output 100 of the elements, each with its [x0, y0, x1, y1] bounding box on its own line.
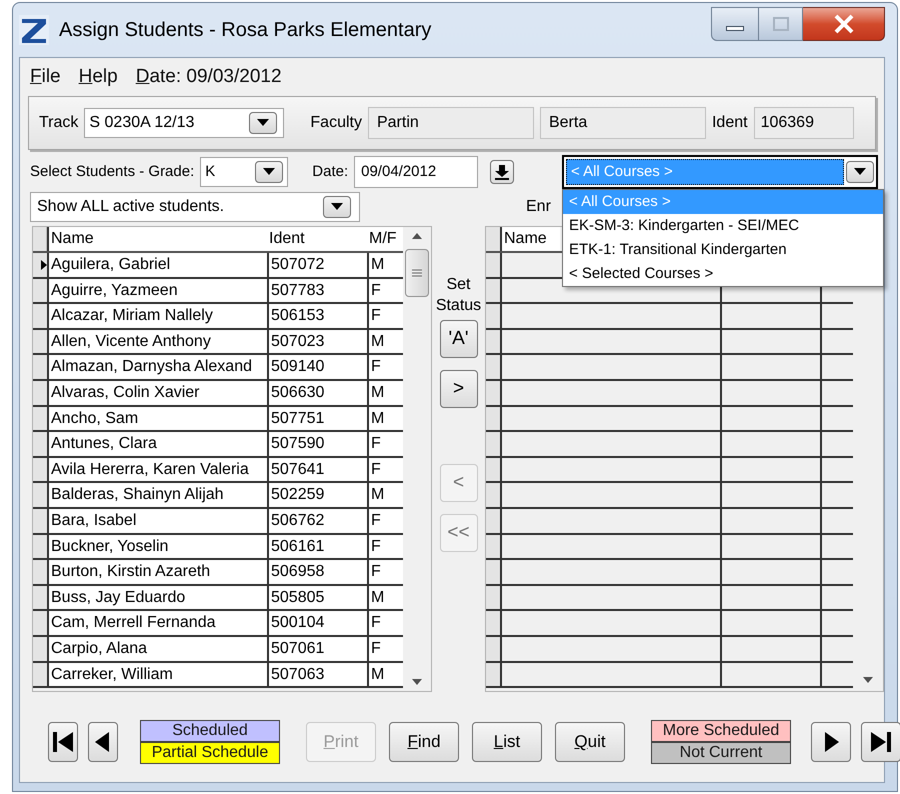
course-option[interactable]: EK-SM-3: Kindergarten - SEI/MEC: [563, 214, 883, 238]
legend-swatch: Scheduled: [140, 720, 280, 742]
table-cell: M: [367, 330, 403, 354]
faculty-last-name-field: Partin: [368, 107, 534, 139]
transfer-button[interactable]: >: [440, 370, 478, 408]
table-cell: Buss, Jay Eduardo: [47, 586, 267, 610]
table-cell: 507751: [267, 406, 367, 430]
action-button[interactable]: Find: [389, 722, 459, 762]
table-cell: 507023: [267, 330, 367, 354]
last-record-button[interactable]: [861, 722, 900, 762]
scrollbar-thumb[interactable]: [405, 249, 429, 297]
action-button[interactable]: Quit: [555, 722, 625, 762]
table-cell: Buckner, Yoselin: [47, 534, 267, 558]
track-label: Track: [39, 113, 78, 133]
course-option[interactable]: < Selected Courses >: [563, 262, 883, 286]
table-cell: Burton, Kirstin Azareth: [47, 560, 267, 584]
action-button[interactable]: List: [472, 722, 542, 762]
set-status-label: Set Status: [434, 275, 482, 316]
dropdown-caret-icon: [854, 168, 866, 176]
enrolled-label: Enr: [526, 197, 551, 217]
table-cell: F: [367, 534, 403, 558]
window-title: Assign Students - Rosa Parks Elementary: [59, 18, 432, 43]
table-cell: 507641: [267, 458, 367, 482]
row-header[interactable]: [33, 278, 47, 302]
table-cell: M: [367, 586, 403, 610]
table-cell: 509140: [267, 355, 367, 379]
track-dropdown[interactable]: S 0230A 12/13: [84, 108, 284, 138]
dropdown-button[interactable]: [249, 112, 278, 134]
scroll-down-icon: [412, 679, 422, 685]
table-cell: M: [367, 380, 403, 405]
date-label: Date:: [312, 162, 348, 182]
scroll-up-icon: [412, 233, 422, 239]
faculty-first-name-field: Berta: [540, 107, 706, 139]
maximize-icon: [772, 17, 788, 31]
table-cell: Ancho, Sam: [47, 406, 267, 430]
table-cell: 500104: [267, 611, 367, 635]
row-header[interactable]: [33, 534, 47, 558]
close-icon: [832, 14, 854, 34]
first-record-button[interactable]: [48, 722, 78, 762]
table-cell: 506161: [267, 534, 367, 558]
faculty-label: Faculty: [310, 113, 362, 133]
table-cell: 506762: [267, 508, 367, 533]
next-record-button[interactable]: [811, 722, 851, 762]
legend-swatch: Partial Schedule: [140, 742, 280, 764]
date-picker-button[interactable]: [490, 160, 514, 184]
table-cell: 507063: [267, 662, 367, 686]
minimize-button[interactable]: [711, 7, 759, 41]
table-cell: Allen, Vicente Anthony: [47, 330, 267, 354]
table-cell: Carpio, Alana: [47, 636, 267, 660]
table-cell: F: [367, 432, 403, 456]
table-cell: Aguirre, Yazmeen: [47, 278, 267, 302]
dropdown-button[interactable]: [255, 161, 284, 183]
column-header[interactable]: Name: [47, 227, 267, 251]
row-header[interactable]: [33, 458, 47, 482]
table-cell: Almazan, Darnysha Alexand: [47, 355, 267, 379]
table-cell: Alvaras, Colin Xavier: [47, 380, 267, 405]
table-cell: 505805: [267, 586, 367, 610]
table-cell: F: [367, 611, 403, 635]
dropdown-caret-icon: [331, 203, 343, 211]
column-header[interactable]: M/F: [367, 227, 403, 251]
table-cell: 507061: [267, 636, 367, 660]
table-cell: F: [367, 636, 403, 660]
table-cell: F: [367, 560, 403, 584]
previous-record-button[interactable]: [88, 722, 118, 762]
column-header[interactable]: Name: [500, 227, 560, 251]
date-field[interactable]: 09/04/2012: [354, 156, 478, 188]
dropdown-button[interactable]: [846, 161, 874, 183]
row-header[interactable]: [33, 406, 47, 430]
table-cell: 507590: [267, 432, 367, 456]
row-header[interactable]: [33, 662, 47, 686]
maximize-button[interactable]: [759, 7, 803, 41]
menu-item[interactable]: File: [30, 62, 61, 92]
table-cell: F: [367, 278, 403, 302]
table-cell: 502259: [267, 483, 367, 507]
menu-item[interactable]: Help: [78, 62, 118, 92]
course-option[interactable]: ETK-1: Transitional Kindergarten: [563, 238, 883, 262]
row-header[interactable]: [33, 586, 47, 610]
ident-field: 106369: [754, 107, 854, 139]
table-cell: Bara, Isabel: [47, 508, 267, 533]
student-filter-dropdown[interactable]: Show ALL active students.: [30, 192, 360, 222]
table-cell: M: [367, 253, 403, 277]
table-cell: F: [367, 508, 403, 533]
column-header[interactable]: Ident: [267, 227, 367, 251]
table-cell: Alcazar, Miriam Nallely: [47, 304, 267, 328]
grade-label: Select Students - Grade:: [30, 162, 194, 182]
transfer-button[interactable]: 'A': [440, 320, 478, 358]
download-arrow-icon: [494, 164, 510, 180]
close-button[interactable]: [803, 7, 885, 41]
row-header[interactable]: [33, 330, 47, 354]
row-header[interactable]: [33, 253, 47, 277]
legend-swatch: More Scheduled: [651, 720, 791, 742]
row-header[interactable]: [33, 636, 47, 660]
table-cell: 506153: [267, 304, 367, 328]
menu-item[interactable]: Date: 09/03/2012: [136, 62, 282, 92]
legend-swatch: Not Current: [651, 742, 791, 764]
grade-dropdown[interactable]: K: [200, 157, 288, 187]
table-cell: M: [367, 483, 403, 507]
table-cell: Balderas, Shainyn Alijah: [47, 483, 267, 507]
dropdown-button[interactable]: [323, 196, 351, 218]
table-cell: M: [367, 662, 403, 686]
